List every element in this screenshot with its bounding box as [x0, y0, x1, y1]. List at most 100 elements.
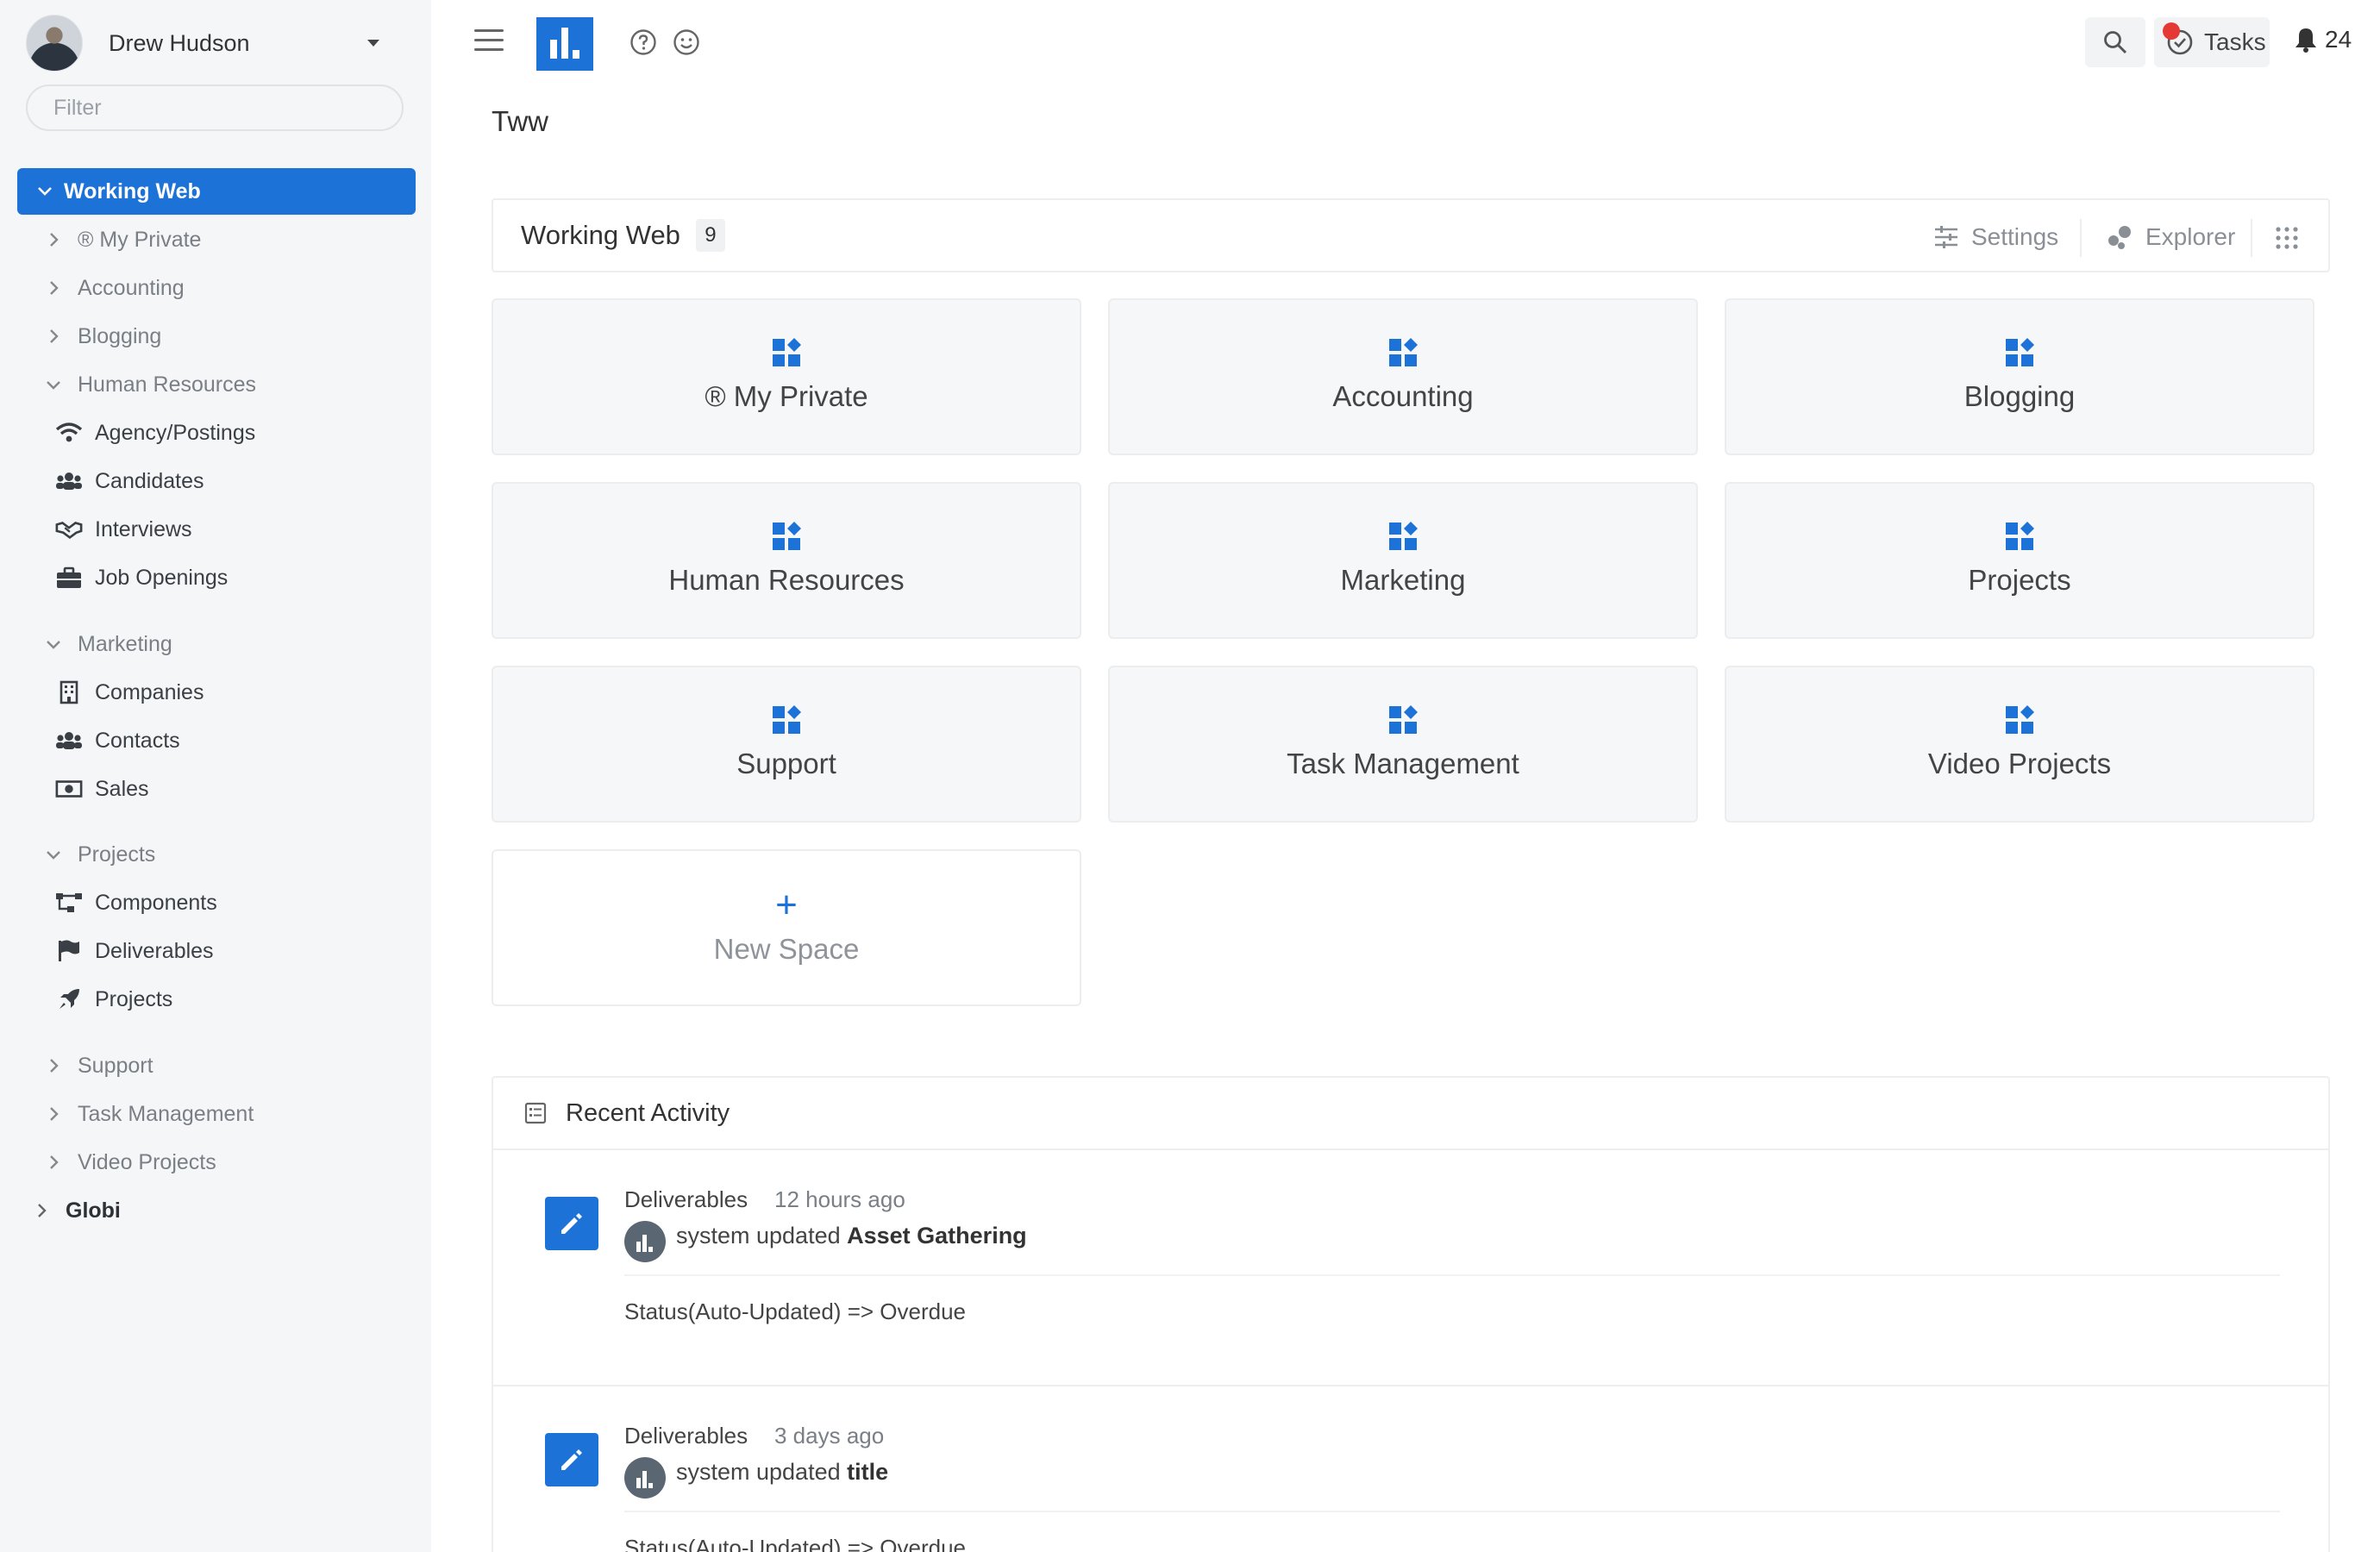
sidebar-item-projects-group[interactable]: Projects: [43, 837, 155, 872]
settings-button[interactable]: Settings: [1933, 216, 2058, 259]
bubbles-icon: [2108, 226, 2131, 249]
user-menu[interactable]: Drew Hudson: [26, 15, 405, 72]
widgets-icon: [773, 705, 801, 734]
grid-dots-icon[interactable]: [2270, 221, 2304, 255]
sidebar-item-label: Deliverables: [95, 938, 214, 963]
feedback-smile-icon[interactable]: [673, 28, 700, 56]
sidebar-item-components[interactable]: Components: [55, 886, 217, 920]
space-card-label: Blogging: [1964, 380, 2076, 412]
widgets-icon: [773, 522, 801, 550]
sidebar-item-accounting[interactable]: Accounting: [43, 271, 185, 305]
sidebar-item-contacts[interactable]: Contacts: [55, 723, 180, 758]
help-icon[interactable]: [629, 28, 657, 56]
edit-icon: [545, 1197, 598, 1250]
sidebar-item-video-projects[interactable]: Video Projects: [43, 1145, 216, 1180]
space-card-marketing[interactable]: Marketing: [1108, 482, 1698, 639]
space-card-accounting[interactable]: Accounting: [1108, 298, 1698, 455]
sliders-icon: [1935, 226, 1957, 248]
chevron-down-icon: [47, 851, 60, 860]
space-card-task-management[interactable]: Task Management: [1108, 666, 1698, 823]
filter-input[interactable]: [26, 84, 404, 131]
notification-count: 24: [2325, 26, 2352, 53]
edit-icon: [545, 1433, 598, 1486]
sidebar-item-candidates[interactable]: Candidates: [55, 464, 204, 498]
chevron-down-icon: [47, 381, 60, 390]
sidebar-item-human-resources[interactable]: Human Resources: [43, 367, 256, 402]
new-space-label: New Space: [713, 933, 860, 965]
space-header: Working Web 9 Settings Explorer: [492, 198, 2330, 272]
divider: [624, 1511, 2280, 1512]
explorer-label: Explorer: [2145, 223, 2236, 250]
sidebar-item-label: Globi: [66, 1198, 121, 1223]
space-card-label: Marketing: [1340, 564, 1466, 596]
sidebar-item-marketing[interactable]: Marketing: [43, 627, 172, 661]
sidebar-item-agency-postings[interactable]: Agency/Postings: [55, 416, 255, 450]
space-card-label: Accounting: [1332, 380, 1474, 412]
widgets-icon: [2006, 522, 2034, 550]
wifi-icon: [55, 421, 83, 445]
sidebar-item-label: Projects: [95, 986, 173, 1011]
activity-actor: system updated: [676, 1223, 841, 1248]
sidebar-item-companies[interactable]: Companies: [55, 675, 204, 710]
sidebar-item-label: Accounting: [78, 275, 185, 300]
sidebar-item-globi[interactable]: Globi: [31, 1193, 121, 1228]
activity-time: 12 hours ago: [774, 1186, 905, 1212]
space-card-blogging[interactable]: Blogging: [1725, 298, 2314, 455]
sidebar-item-projects[interactable]: Projects: [55, 982, 172, 1017]
sidebar-item-label: Support: [78, 1053, 153, 1078]
activity-target[interactable]: title: [847, 1459, 888, 1485]
space-card-my-private[interactable]: ® My Private: [492, 298, 1081, 455]
users-icon: [55, 469, 83, 493]
space-card-projects[interactable]: Projects: [1725, 482, 2314, 639]
space-card-support[interactable]: Support: [492, 666, 1081, 823]
activity-space-link[interactable]: Deliverables: [624, 1186, 748, 1213]
activity-actor: system updated: [676, 1459, 841, 1485]
widgets-icon: [1389, 705, 1418, 734]
space-card-label: ® My Private: [705, 380, 868, 412]
plus-icon: +: [775, 884, 798, 926]
sidebar-item-my-private[interactable]: ® My Private: [43, 222, 201, 257]
activity-detail: Status(Auto-Updated) => Overdue: [624, 1299, 967, 1324]
page-title: Tww: [492, 105, 548, 137]
system-avatar: [624, 1221, 666, 1262]
sidebar-item-label: Candidates: [95, 468, 204, 493]
chevron-right-icon: [50, 329, 59, 343]
handshake-icon: [55, 517, 83, 541]
sidebar-item-label: Agency/Postings: [95, 420, 256, 445]
sidebar-item-sales[interactable]: Sales: [55, 772, 149, 806]
app-logo[interactable]: [536, 17, 593, 71]
space-card-label: Video Projects: [1927, 748, 2112, 779]
tasks-button[interactable]: Tasks: [2154, 17, 2270, 67]
search-icon: [2104, 31, 2127, 54]
user-name: Drew Hudson: [109, 29, 250, 56]
sidebar: Drew Hudson Working Web ® My Private Acc…: [0, 0, 431, 1552]
chevron-down-icon: [38, 187, 52, 196]
sidebar-item-blogging[interactable]: Blogging: [43, 319, 161, 354]
recent-activity-header: Recent Activity: [493, 1078, 2328, 1150]
users-icon: [55, 729, 83, 753]
search-button[interactable]: [2085, 17, 2145, 67]
sidebar-item-working-web[interactable]: Working Web: [17, 168, 416, 215]
sidebar-item-interviews[interactable]: Interviews: [55, 512, 192, 547]
explorer-button[interactable]: Explorer: [2106, 216, 2235, 259]
sidebar-item-deliverables[interactable]: Deliverables: [55, 934, 214, 968]
system-avatar: [624, 1457, 666, 1499]
sidebar-item-label: Sales: [95, 776, 149, 801]
activity-time: 3 days ago: [774, 1423, 885, 1449]
notifications-button[interactable]: 24: [2294, 26, 2352, 53]
sidebar-item-job-openings[interactable]: Job Openings: [55, 560, 228, 595]
widgets-icon: [773, 338, 801, 366]
activity-space-link[interactable]: Deliverables: [624, 1423, 748, 1449]
activity-detail: Status(Auto-Updated) => Overdue: [624, 1535, 967, 1552]
chevron-right-icon: [50, 1059, 59, 1073]
sidebar-item-support[interactable]: Support: [43, 1048, 153, 1083]
menu-icon[interactable]: [474, 29, 504, 52]
sitemap-icon: [55, 891, 83, 915]
space-card-human-resources[interactable]: Human Resources: [492, 482, 1081, 639]
sidebar-item-task-management[interactable]: Task Management: [43, 1097, 254, 1131]
new-space-card[interactable]: + New Space: [492, 849, 1081, 1006]
activity-target[interactable]: Asset Gathering: [847, 1223, 1027, 1248]
sidebar-item-label: Marketing: [78, 631, 172, 656]
sidebar-item-label: Components: [95, 890, 217, 915]
space-card-video-projects[interactable]: Video Projects: [1725, 666, 2314, 823]
